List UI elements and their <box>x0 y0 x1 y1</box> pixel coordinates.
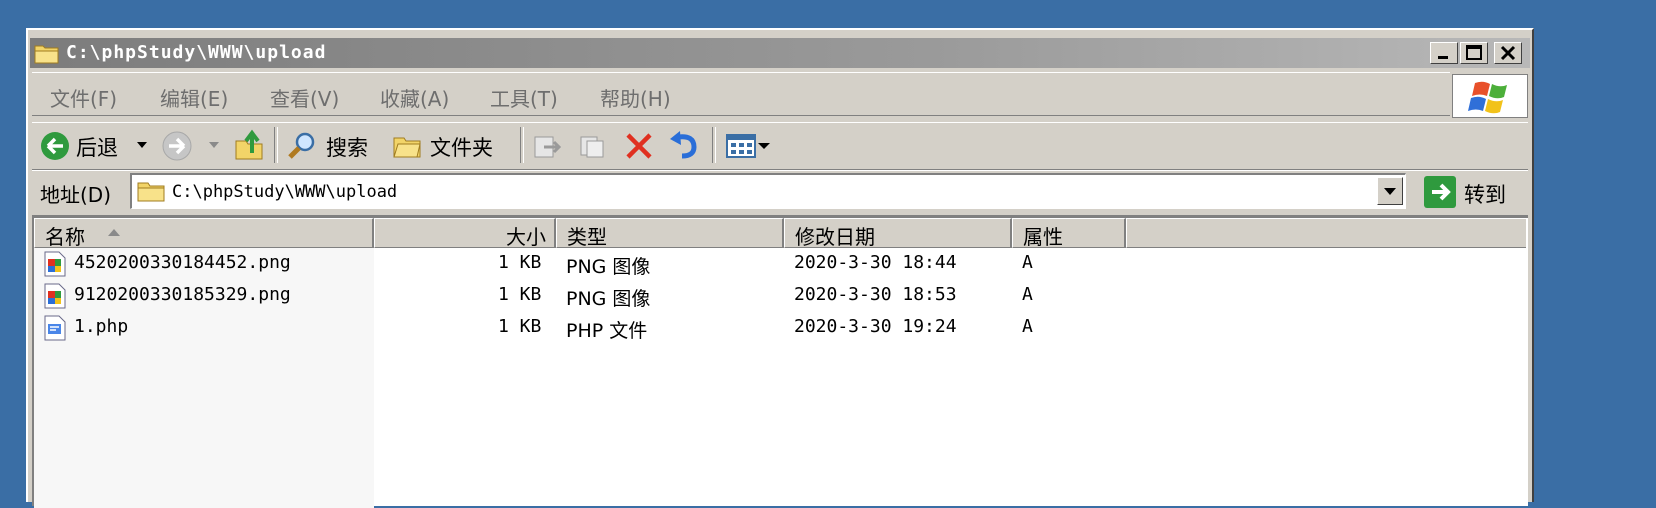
delete-icon[interactable] <box>624 131 654 161</box>
file-attributes: A <box>1022 284 1033 305</box>
file-type: PNG 图像 <box>566 288 651 310</box>
address-label: 地址(D) <box>40 183 112 207</box>
up-folder-icon[interactable] <box>234 129 266 161</box>
back-dropdown-icon[interactable] <box>136 141 148 149</box>
file-size: 1 KB <box>498 284 542 305</box>
standard-toolbar: 后退 搜索 文件夹 <box>32 122 1528 170</box>
column-attributes-label: 属性 <box>1023 225 1063 249</box>
maximize-icon <box>1466 45 1482 60</box>
column-header-filler <box>1126 218 1526 248</box>
windows-flag-icon <box>1468 81 1507 114</box>
file-modified: 2020-3-30 18:53 <box>794 284 957 305</box>
column-type-label: 类型 <box>567 225 607 249</box>
file-row[interactable]: 9120200330185329.png 1 KB PNG 图像 2020-3-… <box>34 280 1524 312</box>
address-dropdown-button[interactable] <box>1377 177 1403 205</box>
maximize-button[interactable] <box>1460 42 1488 64</box>
menu-file[interactable]: 文件(F) <box>50 83 117 112</box>
menu-bar: 文件(F) 编辑(E) 查看(V) 收藏(A) 工具(T) 帮助(H) <box>32 72 1450 116</box>
windows-logo <box>1452 74 1528 118</box>
close-button[interactable] <box>1494 42 1522 64</box>
window-title: C:\phpStudy\WWW\upload <box>66 42 327 63</box>
file-name: 1.php <box>74 316 129 337</box>
minimize-button[interactable] <box>1430 42 1458 64</box>
move-to-icon[interactable] <box>532 131 562 161</box>
menu-favorites[interactable]: 收藏(A) <box>380 83 449 112</box>
title-bar[interactable]: C:\phpStudy\WWW\upload <box>30 38 1530 68</box>
column-header-modified[interactable]: 修改日期 <box>784 218 1012 249</box>
toolbar-separator <box>712 127 716 163</box>
file-modified: 2020-3-30 19:24 <box>794 316 957 337</box>
column-modified-label: 修改日期 <box>795 225 875 249</box>
close-icon <box>1500 45 1516 61</box>
undo-icon[interactable] <box>668 129 700 161</box>
file-row[interactable]: 1.php 1 KB PHP 文件 2020-3-30 19:24 A <box>34 312 1524 344</box>
back-arrow-icon[interactable] <box>40 131 70 161</box>
menu-help[interactable]: 帮助(H) <box>600 83 671 112</box>
copy-to-icon[interactable] <box>578 131 608 161</box>
column-header-attributes[interactable]: 属性 <box>1012 218 1126 249</box>
menu-tools[interactable]: 工具(T) <box>490 83 558 112</box>
file-modified: 2020-3-30 18:44 <box>794 252 957 273</box>
file-name: 9120200330185329.png <box>74 284 291 305</box>
file-type: PHP 文件 <box>566 320 648 342</box>
php-file-icon <box>44 315 66 341</box>
forward-dropdown-icon[interactable] <box>208 141 220 149</box>
address-value: C:\phpStudy\WWW\upload <box>172 182 398 202</box>
menu-edit[interactable]: 编辑(E) <box>160 83 228 112</box>
views-icon[interactable] <box>726 132 772 160</box>
column-size-label: 大小 <box>506 225 546 249</box>
folders-icon[interactable] <box>392 132 424 160</box>
png-file-icon <box>44 251 66 277</box>
sort-ascending-icon <box>108 229 120 236</box>
explorer-window: C:\phpStudy\WWW\upload 文件(F) 编辑(E) 查看(V)… <box>26 28 1534 508</box>
chevron-down-icon <box>1384 188 1396 195</box>
file-size: 1 KB <box>498 316 542 337</box>
file-type: PNG 图像 <box>566 256 651 278</box>
column-header-name[interactable]: 名称 <box>34 218 374 249</box>
file-name: 4520200330184452.png <box>74 252 291 273</box>
folders-button[interactable]: 文件夹 <box>430 132 493 162</box>
go-arrow-icon[interactable] <box>1424 176 1456 208</box>
forward-arrow-icon[interactable] <box>162 131 192 161</box>
file-attributes: A <box>1022 316 1033 337</box>
png-file-icon <box>44 283 66 309</box>
address-input[interactable]: C:\phpStudy\WWW\upload <box>130 173 1406 209</box>
file-attributes: A <box>1022 252 1033 273</box>
column-header-size[interactable]: 大小 <box>374 218 556 249</box>
column-name-label: 名称 <box>45 225 85 249</box>
back-button[interactable]: 后退 <box>76 132 118 162</box>
file-list[interactable]: 名称 大小 类型 修改日期 属性 4520200330184452.png 1 … <box>32 216 1528 508</box>
menu-view[interactable]: 查看(V) <box>270 83 339 112</box>
file-row[interactable]: 4520200330184452.png 1 KB PNG 图像 2020-3-… <box>34 248 1524 280</box>
address-bar: 地址(D) C:\phpStudy\WWW\upload 转到 <box>32 170 1528 216</box>
minimize-icon <box>1438 56 1448 59</box>
folder-icon <box>34 45 59 64</box>
search-button[interactable]: 搜索 <box>326 132 368 162</box>
toolbar-separator <box>274 127 278 163</box>
go-button[interactable]: 转到 <box>1464 179 1506 209</box>
file-size: 1 KB <box>498 252 542 273</box>
toolbar-separator <box>520 127 524 163</box>
folder-icon <box>137 182 165 202</box>
search-icon[interactable] <box>286 130 318 162</box>
column-header-type[interactable]: 类型 <box>556 218 784 249</box>
